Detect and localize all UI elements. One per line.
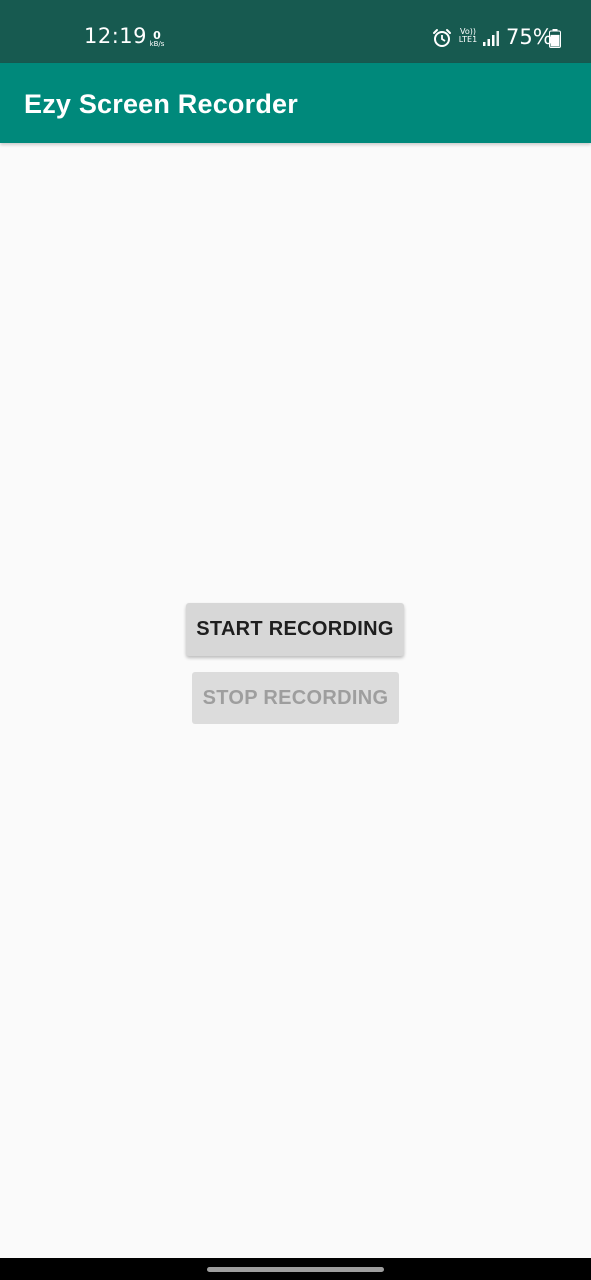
status-time: 12:19: [84, 24, 148, 48]
start-recording-button[interactable]: START RECORDING: [186, 603, 404, 656]
network-speed-unit: kB/s: [149, 40, 165, 48]
battery-icon: [549, 29, 561, 48]
app-title: Ezy Screen Recorder: [24, 89, 298, 119]
status-bar: 12:19 0 kB/s Vo)) LTE1 75%: [0, 0, 591, 63]
home-gesture-handle[interactable]: [207, 1267, 384, 1272]
volte-bottom-label: LTE1: [458, 35, 478, 44]
app-bar: Ezy Screen Recorder: [0, 63, 591, 143]
alarm-icon: [432, 28, 452, 48]
navigation-bar: [0, 1258, 591, 1280]
stop-recording-button[interactable]: STOP RECORDING: [192, 672, 399, 724]
network-speed: 0 kB/s: [146, 30, 168, 48]
signal-icon: [482, 29, 500, 47]
battery-percent: 75%: [506, 25, 553, 49]
volte-icon: Vo)) LTE1: [456, 28, 480, 44]
